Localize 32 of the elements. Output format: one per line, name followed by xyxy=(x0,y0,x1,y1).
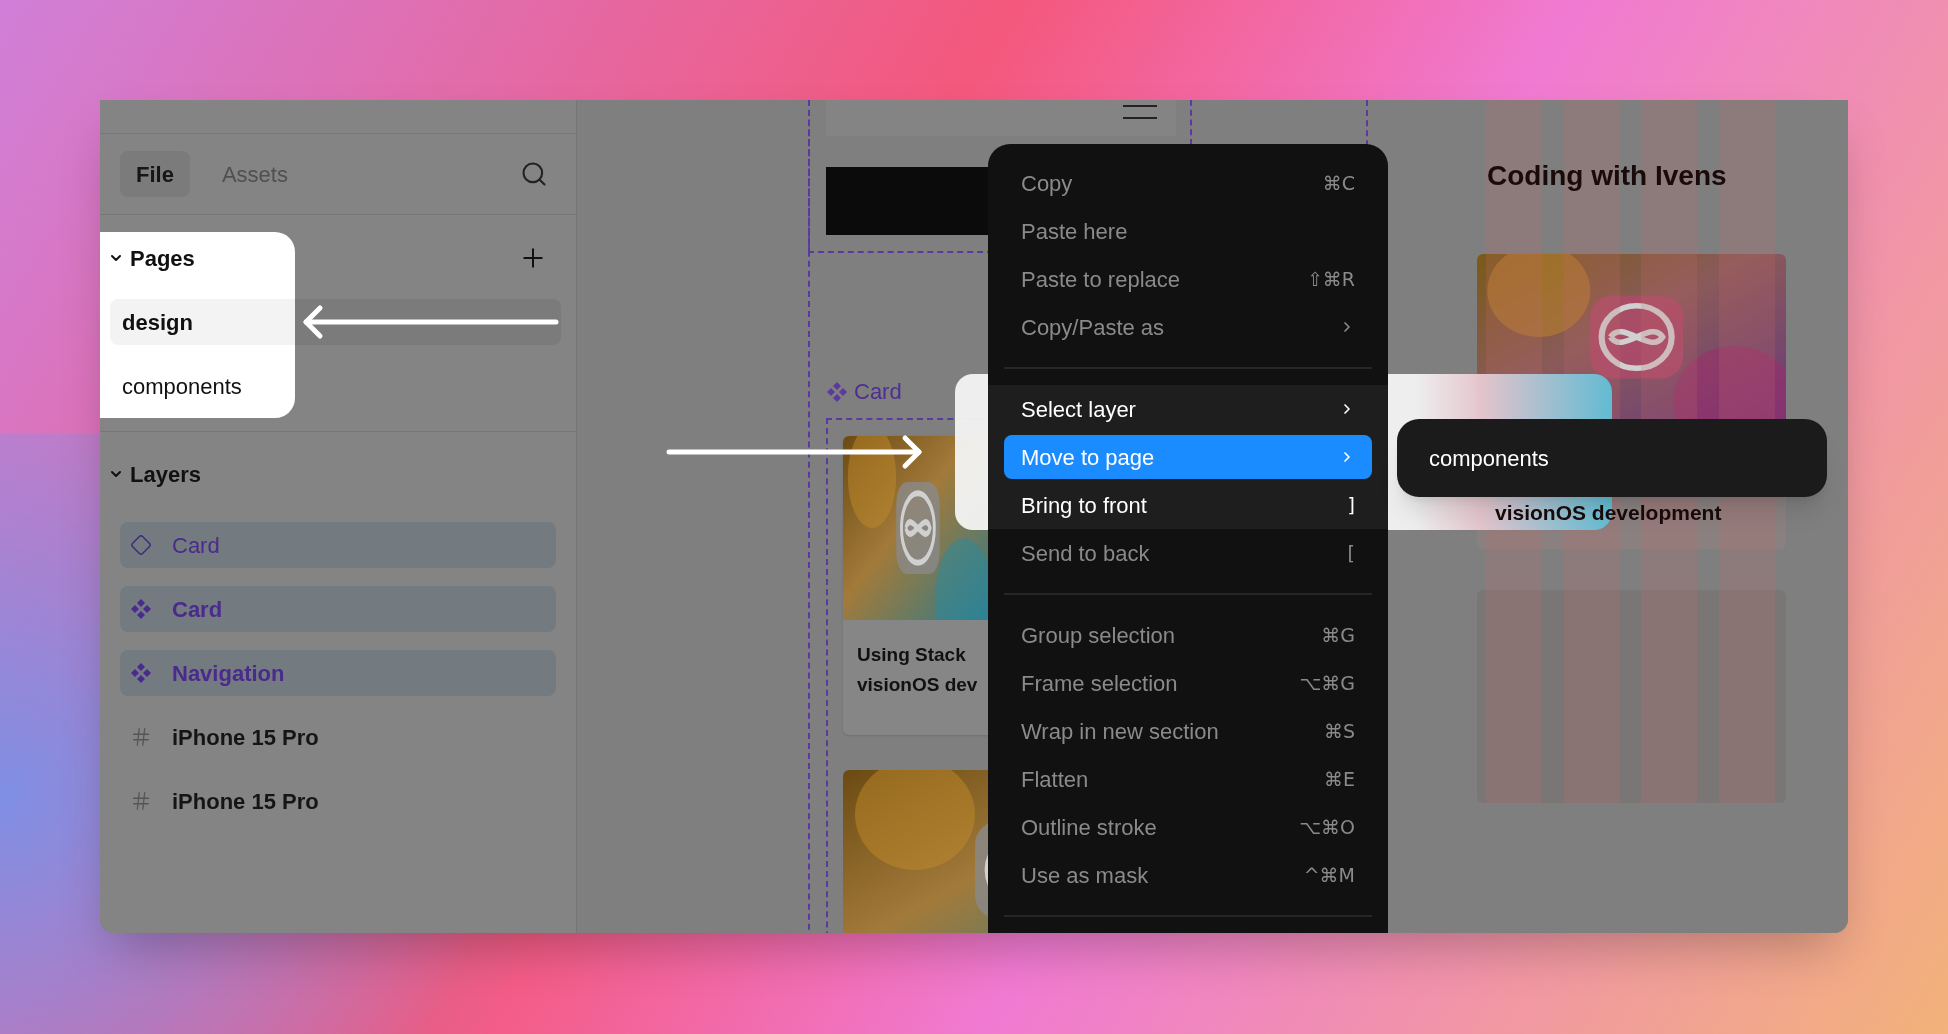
page-item[interactable]: components xyxy=(110,363,561,409)
menu-item[interactable]: Paste here xyxy=(1004,209,1372,253)
diamond-icon xyxy=(130,534,152,556)
layer-item[interactable]: iPhone 15 Pro xyxy=(120,778,556,824)
menu-item[interactable]: Copy/Paste as xyxy=(1004,305,1372,349)
page-item[interactable]: design xyxy=(110,299,561,345)
submenu-item[interactable]: components xyxy=(1397,441,1827,475)
layer-item[interactable]: iPhone 15 Pro xyxy=(120,714,556,760)
component-icon xyxy=(826,380,848,403)
menu-item[interactable]: Copy ⌘C xyxy=(1004,161,1372,205)
menu-item[interactable]: Paste to replace ⇧⌘R xyxy=(1004,257,1372,301)
section-title: Layers xyxy=(130,460,201,489)
component-icon xyxy=(130,598,152,620)
frame-icon xyxy=(130,790,152,812)
component-icon xyxy=(130,662,152,684)
menu-item[interactable]: Group selection ⌘G xyxy=(1004,613,1372,657)
sidebar-tab[interactable]: File xyxy=(120,151,190,197)
component-label: Card xyxy=(854,378,902,406)
menu-item[interactable]: Flatten ⌘E xyxy=(1004,757,1372,801)
menu-item[interactable]: Send to back [ xyxy=(1004,531,1372,575)
menu-item[interactable]: Frame selection ⌥⌘G xyxy=(1004,661,1372,705)
menu-item[interactable]: Wrap in new section ⌘S xyxy=(1004,709,1372,753)
card-title: visionOS dev xyxy=(857,673,978,697)
section-title: Pages xyxy=(130,244,195,273)
menu-icon xyxy=(1123,104,1157,120)
menu-item[interactable]: Use as mask ^⌘M xyxy=(1004,853,1372,897)
search-icon[interactable] xyxy=(520,160,548,188)
frame-title: Coding with Ivens xyxy=(1487,159,1727,193)
menu-item[interactable]: Outline stroke ⌥⌘O xyxy=(1004,805,1372,849)
card-title: Using Stack xyxy=(857,643,966,667)
menu-item[interactable]: Move to page xyxy=(1004,435,1372,479)
frame-icon xyxy=(130,726,152,748)
